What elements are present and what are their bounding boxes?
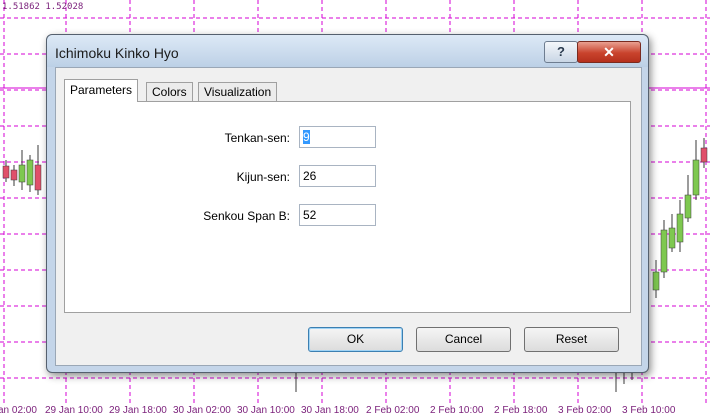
help-button[interactable]: ?: [544, 41, 578, 63]
candle-body: [18, 164, 26, 183]
candle-body: [692, 159, 700, 196]
time-label: 29 Jan 18:00: [109, 405, 167, 416]
candle-body: [2, 165, 10, 179]
close-icon: ✕: [603, 44, 615, 60]
candle-body: [668, 227, 676, 249]
tab-parameters[interactable]: Parameters: [64, 79, 139, 102]
time-label: 2 Feb 10:00: [430, 405, 484, 416]
candle-body: [10, 169, 18, 181]
time-label: 3 Feb 10:00: [622, 405, 676, 416]
dialog-titlebar[interactable]: Ichimoku Kinko Hyo ? ✕: [47, 35, 648, 67]
candle-body: [34, 164, 42, 191]
tenkan-sen-label: Tenkan-sen:: [224, 131, 290, 145]
candle-body: [660, 229, 668, 273]
time-label: 30 Jan 18:00: [301, 405, 359, 416]
tab-visualization[interactable]: Visualization: [198, 82, 278, 102]
indicator-properties-dialog: Ichimoku Kinko Hyo ? ✕ Parameters Colors…: [46, 34, 649, 373]
candle-body: [676, 213, 684, 243]
ok-button[interactable]: OK: [308, 327, 403, 352]
time-label: 2 Feb 02:00: [366, 405, 420, 416]
kijun-sen-label: Kijun-sen:: [236, 170, 290, 184]
ohlc-readout: 1.51862 1.52028: [2, 2, 84, 12]
dialog-title: Ichimoku Kinko Hyo: [55, 45, 179, 61]
time-label: 3 Feb 02:00: [558, 405, 612, 416]
dialog-button-row: OK Cancel Reset: [56, 327, 641, 353]
candle-body: [652, 271, 660, 291]
time-label: 30 Jan 02:00: [173, 405, 231, 416]
time-axis: an 02:00 29 Jan 10:00 29 Jan 18:00 30 Ja…: [0, 404, 710, 420]
time-label: 2 Feb 18:00: [494, 405, 548, 416]
parameters-panel: Tenkan-sen: 9 Kijun-sen: 26 Senkou Span …: [64, 101, 631, 313]
candle-body: [684, 194, 692, 219]
time-label: an 02:00: [0, 405, 37, 416]
tab-label: Colors: [152, 85, 187, 99]
cancel-button[interactable]: Cancel: [416, 327, 511, 352]
candle-body: [26, 159, 34, 186]
question-mark-icon: ?: [557, 44, 565, 59]
time-label: 29 Jan 10:00: [45, 405, 103, 416]
tab-colors[interactable]: Colors: [146, 82, 193, 102]
reset-button[interactable]: Reset: [524, 327, 619, 352]
tab-label: Parameters: [70, 83, 133, 97]
senkou-span-b-input[interactable]: 52: [299, 204, 376, 226]
kijun-sen-input[interactable]: 26: [299, 165, 376, 187]
senkou-span-b-label: Senkou Span B:: [203, 209, 290, 223]
dialog-body: Parameters Colors Visualization Tenkan-s…: [55, 67, 642, 366]
tab-label: Visualization: [204, 85, 272, 99]
close-button[interactable]: ✕: [577, 41, 641, 63]
tenkan-sen-input[interactable]: 9: [299, 126, 376, 148]
candle-body: [700, 147, 708, 163]
time-label: 30 Jan 10:00: [237, 405, 295, 416]
